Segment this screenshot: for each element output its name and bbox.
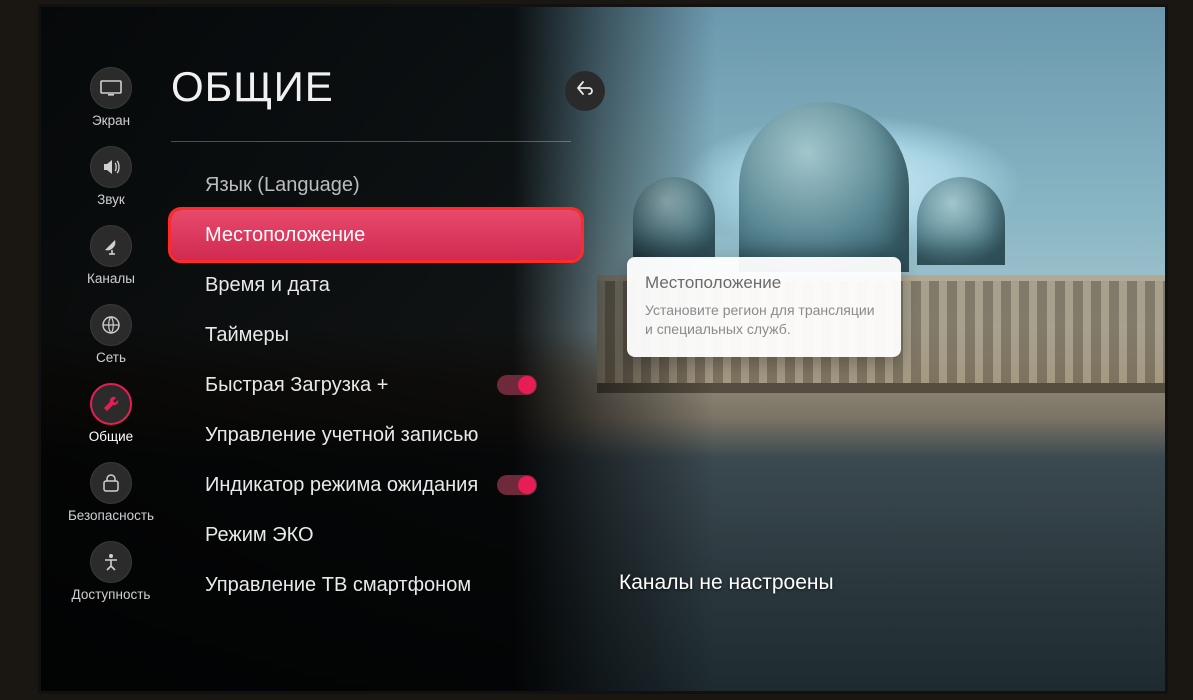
menu-item-location[interactable]: Местоположение [171, 210, 581, 260]
sidebar-item-screen[interactable]: Экран [57, 67, 165, 128]
lock-icon [90, 462, 132, 504]
back-arrow-icon [576, 79, 594, 103]
settings-sidebar: Экран Звук Каналы Сеть Общие [57, 67, 165, 602]
menu-item-timers[interactable]: Таймеры [171, 310, 581, 360]
menu-item-eco-mode[interactable]: Режим ЭКО [171, 510, 581, 560]
sidebar-item-network[interactable]: Сеть [57, 304, 165, 365]
settings-list: Язык (Language) Местоположение Время и д… [171, 160, 581, 610]
sidebar-item-accessibility[interactable]: Доступность [57, 541, 165, 602]
info-tooltip: Местоположение Установите регион для тра… [627, 257, 901, 357]
sidebar-item-channels[interactable]: Каналы [57, 225, 165, 286]
display-icon [90, 67, 132, 109]
sidebar-item-label: Звук [97, 192, 125, 207]
accessibility-icon [90, 541, 132, 583]
menu-item-label: Время и дата [205, 274, 330, 297]
menu-item-label: Индикатор режима ожидания [205, 474, 478, 497]
sidebar-item-sound[interactable]: Звук [57, 146, 165, 207]
sidebar-item-label: Экран [92, 113, 130, 128]
sidebar-item-general[interactable]: Общие [57, 383, 165, 444]
status-text: Каналы не настроены [619, 571, 834, 595]
satellite-dish-icon [90, 225, 132, 267]
sidebar-item-security[interactable]: Безопасность [57, 462, 165, 523]
toggle-switch[interactable] [497, 375, 537, 395]
menu-item-mobile-tv-on[interactable]: Управление ТВ смартфоном [171, 560, 581, 610]
menu-item-label: Режим ЭКО [205, 524, 314, 547]
menu-item-datetime[interactable]: Время и дата [171, 260, 581, 310]
menu-item-label: Быстрая Загрузка + [205, 374, 388, 397]
menu-item-quick-start[interactable]: Быстрая Загрузка + [171, 360, 581, 410]
menu-item-label: Таймеры [205, 324, 289, 347]
divider [171, 141, 571, 142]
toggle-switch[interactable] [497, 475, 537, 495]
globe-icon [90, 304, 132, 346]
speaker-icon [90, 146, 132, 188]
menu-item-account-mgmt[interactable]: Управление учетной записью [171, 410, 581, 460]
menu-item-language[interactable]: Язык (Language) [171, 160, 581, 210]
back-button[interactable] [565, 71, 605, 111]
toggle-knob [518, 476, 536, 494]
info-tooltip-body: Установите регион для трансляции и специ… [645, 301, 883, 339]
wrench-icon [90, 383, 132, 425]
menu-item-standby-led[interactable]: Индикатор режима ожидания [171, 460, 581, 510]
tv-screen: Экран Звук Каналы Сеть Общие [38, 4, 1168, 694]
sidebar-item-label: Сеть [96, 350, 126, 365]
menu-item-label: Местоположение [205, 224, 365, 247]
page-title: ОБЩИЕ [171, 63, 611, 111]
settings-panel: ОБЩИЕ Язык (Language) Местоположение Вре… [171, 63, 611, 691]
sidebar-item-label: Безопасность [68, 508, 154, 523]
sidebar-item-label: Общие [89, 429, 133, 444]
info-tooltip-title: Местоположение [645, 273, 883, 293]
sidebar-item-label: Доступность [72, 587, 151, 602]
menu-item-label: Язык (Language) [205, 174, 360, 197]
menu-item-label: Управление учетной записью [205, 424, 478, 447]
menu-item-label: Управление ТВ смартфоном [205, 574, 471, 597]
toggle-knob [518, 376, 536, 394]
sidebar-item-label: Каналы [87, 271, 135, 286]
